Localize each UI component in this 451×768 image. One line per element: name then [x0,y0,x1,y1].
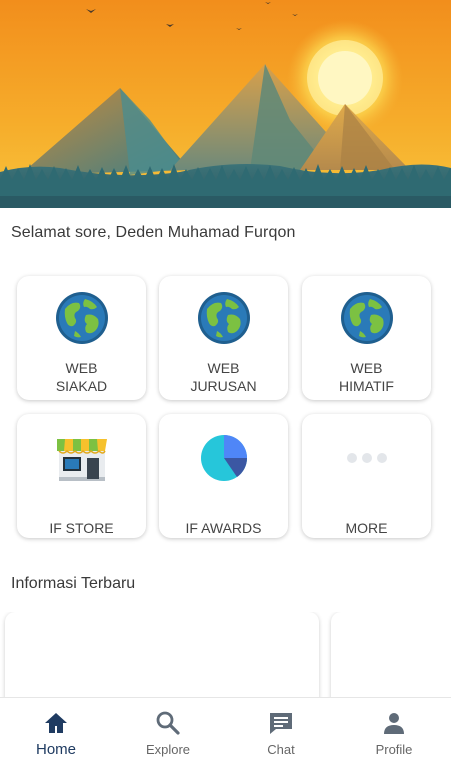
bottom-navigation: Home Explore Chat Profile [0,697,451,768]
globe-icon [55,291,109,345]
menu-tile-more[interactable]: MORE [302,414,431,538]
home-icon [43,710,69,736]
search-icon [155,710,181,736]
menu-tile-web-siakad[interactable]: WEB SIAKAD [17,276,146,400]
nav-label: Explore [145,742,191,757]
nav-label: Profile [375,742,413,757]
profile-icon [381,710,407,736]
chat-icon [268,710,294,736]
hero-banner [0,0,451,208]
globe-icon [340,291,394,345]
nav-item-explore[interactable]: Explore [112,698,224,768]
store-icon [55,431,109,485]
info-section-title: Informasi Terbaru [11,575,136,592]
mountain-sunset-illustration [0,0,451,208]
more-dots-icon [340,431,394,485]
menu-tile-label: IF AWARDS [185,520,262,536]
nav-item-profile[interactable]: Profile [338,698,450,768]
menu-tile-label: IF STORE [49,520,114,536]
menu-tile-web-jurusan[interactable]: WEB JURUSAN [159,276,288,400]
greeting-text: Selamat sore, Deden Muhamad Furqon [11,224,296,241]
menu-tile-label: WEB HIMATIF [339,360,394,394]
menu-tile-label: WEB JURUSAN [190,360,257,394]
pie-chart-icon [197,431,251,485]
nav-label: Chat [267,742,295,757]
menu-tile-if-store[interactable]: IF STORE [17,414,146,538]
menu-tile-label: MORE [345,520,388,536]
menu-tile-web-himatif[interactable]: WEB HIMATIF [302,276,431,400]
nav-label: Home [35,741,76,758]
info-card[interactable] [5,612,319,702]
menu-tile-if-awards[interactable]: IF AWARDS [159,414,288,538]
info-card[interactable] [331,612,451,702]
menu-tile-label: WEB SIAKAD [55,360,108,394]
nav-item-chat[interactable]: Chat [225,698,337,768]
globe-icon [197,291,251,345]
nav-item-home[interactable]: Home [0,698,112,768]
info-carousel[interactable] [0,612,451,702]
